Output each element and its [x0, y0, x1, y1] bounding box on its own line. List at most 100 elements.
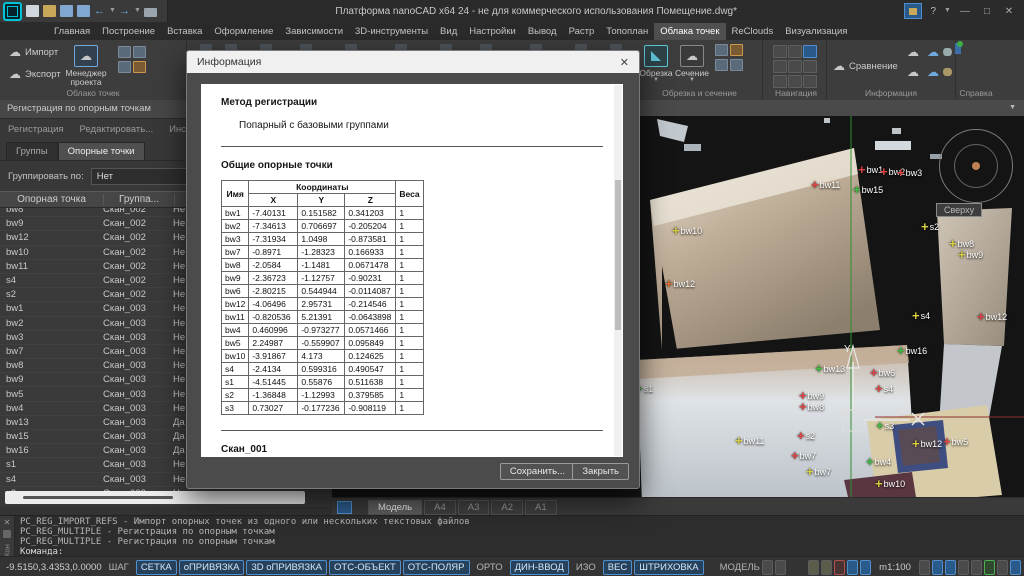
- save-icon[interactable]: [60, 5, 73, 17]
- panel-menu-item[interactable]: Регистрация: [8, 124, 64, 135]
- undo-icon[interactable]: ←: [94, 5, 105, 17]
- point-marker[interactable]: +bw9: [958, 248, 983, 261]
- pan-icon[interactable]: [919, 560, 930, 575]
- status-toggle[interactable]: ОТС-ПОЛЯР: [403, 560, 470, 575]
- status-toggle[interactable]: ШАГ: [104, 560, 134, 575]
- dialog-scrollbar[interactable]: [614, 85, 622, 456]
- cursor-snap-icon[interactable]: [847, 560, 858, 575]
- help-icon[interactable]: ?: [930, 6, 936, 17]
- close-button[interactable]: ✕: [1002, 6, 1016, 17]
- zoom-icon[interactable]: [932, 560, 943, 575]
- cloud-question2-icon[interactable]: ☁: [927, 66, 939, 78]
- point-marker[interactable]: +bw3: [897, 166, 922, 179]
- nav-tool-icon[interactable]: [788, 60, 802, 73]
- point-marker[interactable]: +s4: [912, 309, 930, 322]
- layout-tab[interactable]: А1: [525, 500, 557, 515]
- point-marker[interactable]: +bw15: [853, 183, 883, 196]
- dialog-scrollbar-thumb[interactable]: [615, 180, 621, 330]
- point-marker[interactable]: +s4: [875, 382, 893, 395]
- layout-list-icon[interactable]: [337, 501, 352, 514]
- status-toggle[interactable]: ОТС-ОБЪЕКТ: [329, 560, 401, 575]
- section-button[interactable]: ☁ Сечение ▼: [675, 42, 709, 83]
- layout-tab[interactable]: А2: [491, 500, 523, 515]
- nav-tool-icon[interactable]: [803, 75, 817, 88]
- point-marker[interactable]: +bw6: [870, 366, 895, 379]
- status-toggle[interactable]: СЕТКА: [136, 560, 177, 575]
- dialog-close-icon[interactable]: ✕: [620, 56, 629, 69]
- settings-icon[interactable]: [3, 530, 11, 538]
- annotation-scale-icon[interactable]: [860, 560, 871, 575]
- regen-icon[interactable]: [984, 560, 995, 575]
- ribbon-tab[interactable]: ReClouds: [726, 23, 780, 40]
- ribbon-tab[interactable]: Визуализация: [779, 23, 853, 40]
- help-dropdown-icon[interactable]: ▼: [944, 5, 950, 17]
- maximize-button[interactable]: □: [980, 6, 994, 17]
- view-compass[interactable]: [939, 129, 1013, 203]
- nav-tool-icon[interactable]: [788, 75, 802, 88]
- cloud-question-icon[interactable]: ☁: [927, 46, 939, 58]
- compass-center-dot[interactable]: [972, 162, 980, 170]
- point-marker[interactable]: +bw5: [943, 435, 968, 448]
- nav-tool-icon[interactable]: [773, 75, 787, 88]
- fullscreen-icon[interactable]: [1010, 560, 1021, 575]
- model-space-label[interactable]: МОДЕЛЬ: [720, 562, 760, 573]
- save-as-icon[interactable]: [77, 5, 90, 17]
- crop-tool-icon[interactable]: [715, 59, 728, 71]
- dialog-title-bar[interactable]: Информация ✕: [187, 51, 639, 73]
- point-marker[interactable]: +bw11: [735, 434, 764, 447]
- crop-tool-icon[interactable]: [715, 44, 728, 56]
- cloud-tool-icon[interactable]: [118, 46, 131, 58]
- nav-tool-icon[interactable]: [788, 45, 802, 58]
- point-marker[interactable]: +bw12: [665, 277, 695, 290]
- status-toggle[interactable]: ИЗО: [571, 560, 601, 575]
- ribbon-tab[interactable]: Зависимости: [279, 23, 349, 40]
- bulb-icon[interactable]: [808, 560, 819, 575]
- point-marker[interactable]: +bw11: [811, 178, 840, 191]
- status-toggle[interactable]: ВЕС: [603, 560, 633, 575]
- crop-button[interactable]: Обрезка ▼: [639, 42, 673, 83]
- point-marker[interactable]: +bw8: [799, 400, 824, 413]
- scale-value[interactable]: m1:100: [879, 562, 911, 573]
- info-cloud2-icon[interactable]: ☁: [907, 66, 919, 78]
- undo-dropdown-icon[interactable]: ▼: [109, 5, 115, 17]
- dialog-close-button[interactable]: Закрыть: [572, 463, 629, 480]
- info-cloud-icon[interactable]: ☁: [907, 46, 919, 58]
- drawing-explorer-icon[interactable]: [904, 3, 922, 19]
- bulb2-icon[interactable]: [821, 560, 832, 575]
- ribbon-tab[interactable]: Топоплан: [600, 23, 654, 40]
- ribbon-tab[interactable]: Растр: [563, 23, 601, 40]
- minimize-button[interactable]: —: [958, 6, 972, 17]
- ribbon-tab[interactable]: 3D-инструменты: [349, 23, 434, 40]
- ribbon-tab[interactable]: Вывод: [522, 23, 563, 40]
- nav-tool-icon[interactable]: [803, 45, 817, 58]
- export-button[interactable]: ☁ Экспорт: [5, 66, 65, 82]
- print-icon[interactable]: [144, 8, 157, 17]
- crop-dropdown-icon[interactable]: ▼: [653, 78, 659, 83]
- point-marker[interactable]: +bw10: [672, 224, 702, 237]
- online-help-book-icon[interactable]: [958, 43, 961, 54]
- nanocad-logo-icon[interactable]: [3, 2, 22, 21]
- point-marker[interactable]: +s2: [797, 429, 815, 442]
- layout-tab[interactable]: А4: [424, 500, 456, 515]
- ribbon-tab[interactable]: Вид: [434, 23, 463, 40]
- compare-button[interactable]: ☁ Сравнение: [829, 58, 902, 74]
- ribbon-tab[interactable]: Оформление: [208, 23, 279, 40]
- cloud-tool-icon[interactable]: [118, 61, 131, 73]
- ribbon-tab[interactable]: Облака точек: [654, 23, 725, 40]
- panel-tab[interactable]: Группы: [6, 142, 58, 160]
- redo-icon[interactable]: →: [119, 5, 130, 17]
- section-dropdown-icon[interactable]: ▼: [689, 78, 695, 83]
- panel-tab[interactable]: Опорные точки: [58, 142, 145, 160]
- point-marker[interactable]: +bw12: [912, 437, 942, 450]
- crop-tool-icon[interactable]: [730, 59, 743, 71]
- point-marker[interactable]: +s2: [921, 220, 939, 233]
- close-icon[interactable]: ✕: [0, 518, 14, 527]
- crop-tool-icon[interactable]: [730, 44, 743, 56]
- point-marker[interactable]: +bw13: [815, 362, 845, 375]
- cylinder-d-icon[interactable]: [943, 68, 952, 76]
- ribbon-tab[interactable]: Построение: [96, 23, 161, 40]
- nav-tool-icon[interactable]: [773, 45, 787, 58]
- project-manager-button[interactable]: ☁ Менеджер проекта: [62, 42, 110, 87]
- point-marker[interactable]: +bw12: [977, 310, 1007, 323]
- scrollbar-thumb[interactable]: [23, 496, 173, 499]
